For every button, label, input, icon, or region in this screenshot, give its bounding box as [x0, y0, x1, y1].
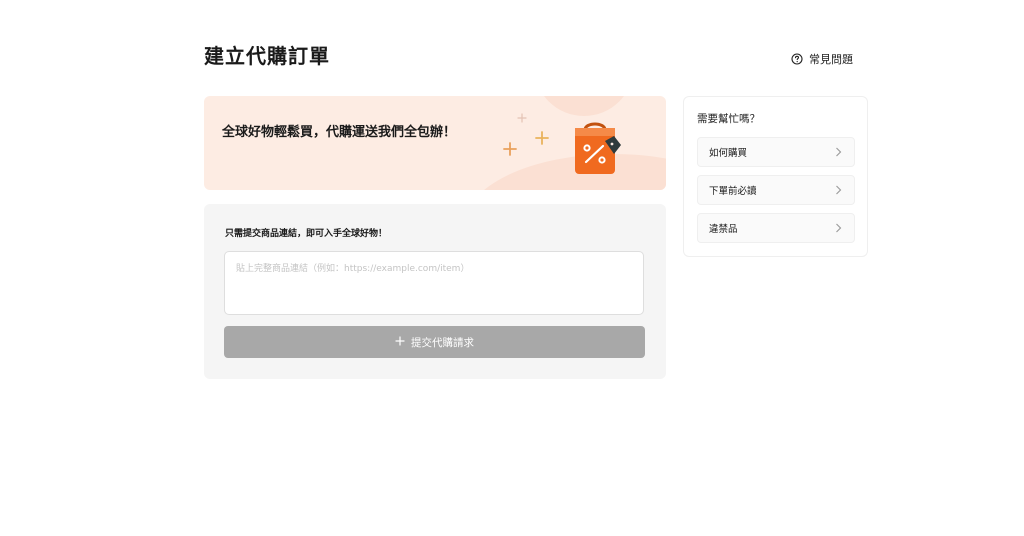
- faq-link[interactable]: 常見問題: [791, 50, 853, 68]
- faq-label: 常見問題: [809, 53, 853, 66]
- help-panel: 需要幫忙嗎？ 如何購買 下單前必讀 違禁品: [683, 96, 868, 257]
- form-label: 只需提交商品連結，即可入手全球好物！: [225, 229, 388, 239]
- chevron-right-icon: [835, 185, 842, 195]
- plus-icon: [395, 335, 405, 349]
- promo-banner: 全球好物輕鬆買，代購運送我們全包辦！: [204, 96, 666, 190]
- help-item-how-to-buy[interactable]: 如何購買: [697, 137, 855, 167]
- help-item-must-read[interactable]: 下單前必讀: [697, 175, 855, 205]
- banner-decoration: [484, 96, 666, 190]
- help-item-prohibited[interactable]: 違禁品: [697, 213, 855, 243]
- banner-text: 全球好物輕鬆買，代購運送我們全包辦！: [222, 125, 457, 140]
- help-item-label: 下單前必讀: [709, 186, 757, 197]
- order-form-card: 只需提交商品連結，即可入手全球好物！ 提交代購請求: [204, 204, 666, 379]
- help-title: 需要幫忙嗎？: [697, 113, 760, 125]
- page: 建立代購訂單 常見問題 全球好物輕鬆買，代購運送我們全包辦！ 只需提交商品連結，…: [0, 0, 1024, 536]
- sparkle-icon: [503, 113, 549, 156]
- page-title: 建立代購訂單: [204, 44, 330, 68]
- chevron-right-icon: [835, 223, 842, 233]
- chevron-right-icon: [835, 147, 842, 157]
- question-circle-icon: [791, 53, 803, 65]
- submit-order-label: 提交代購請求: [411, 336, 474, 349]
- product-link-input[interactable]: [224, 251, 644, 315]
- submit-order-button[interactable]: 提交代購請求: [224, 326, 645, 358]
- help-item-label: 違禁品: [709, 224, 738, 235]
- shopping-bag-discount-icon: [575, 122, 621, 174]
- help-item-label: 如何購買: [709, 148, 748, 159]
